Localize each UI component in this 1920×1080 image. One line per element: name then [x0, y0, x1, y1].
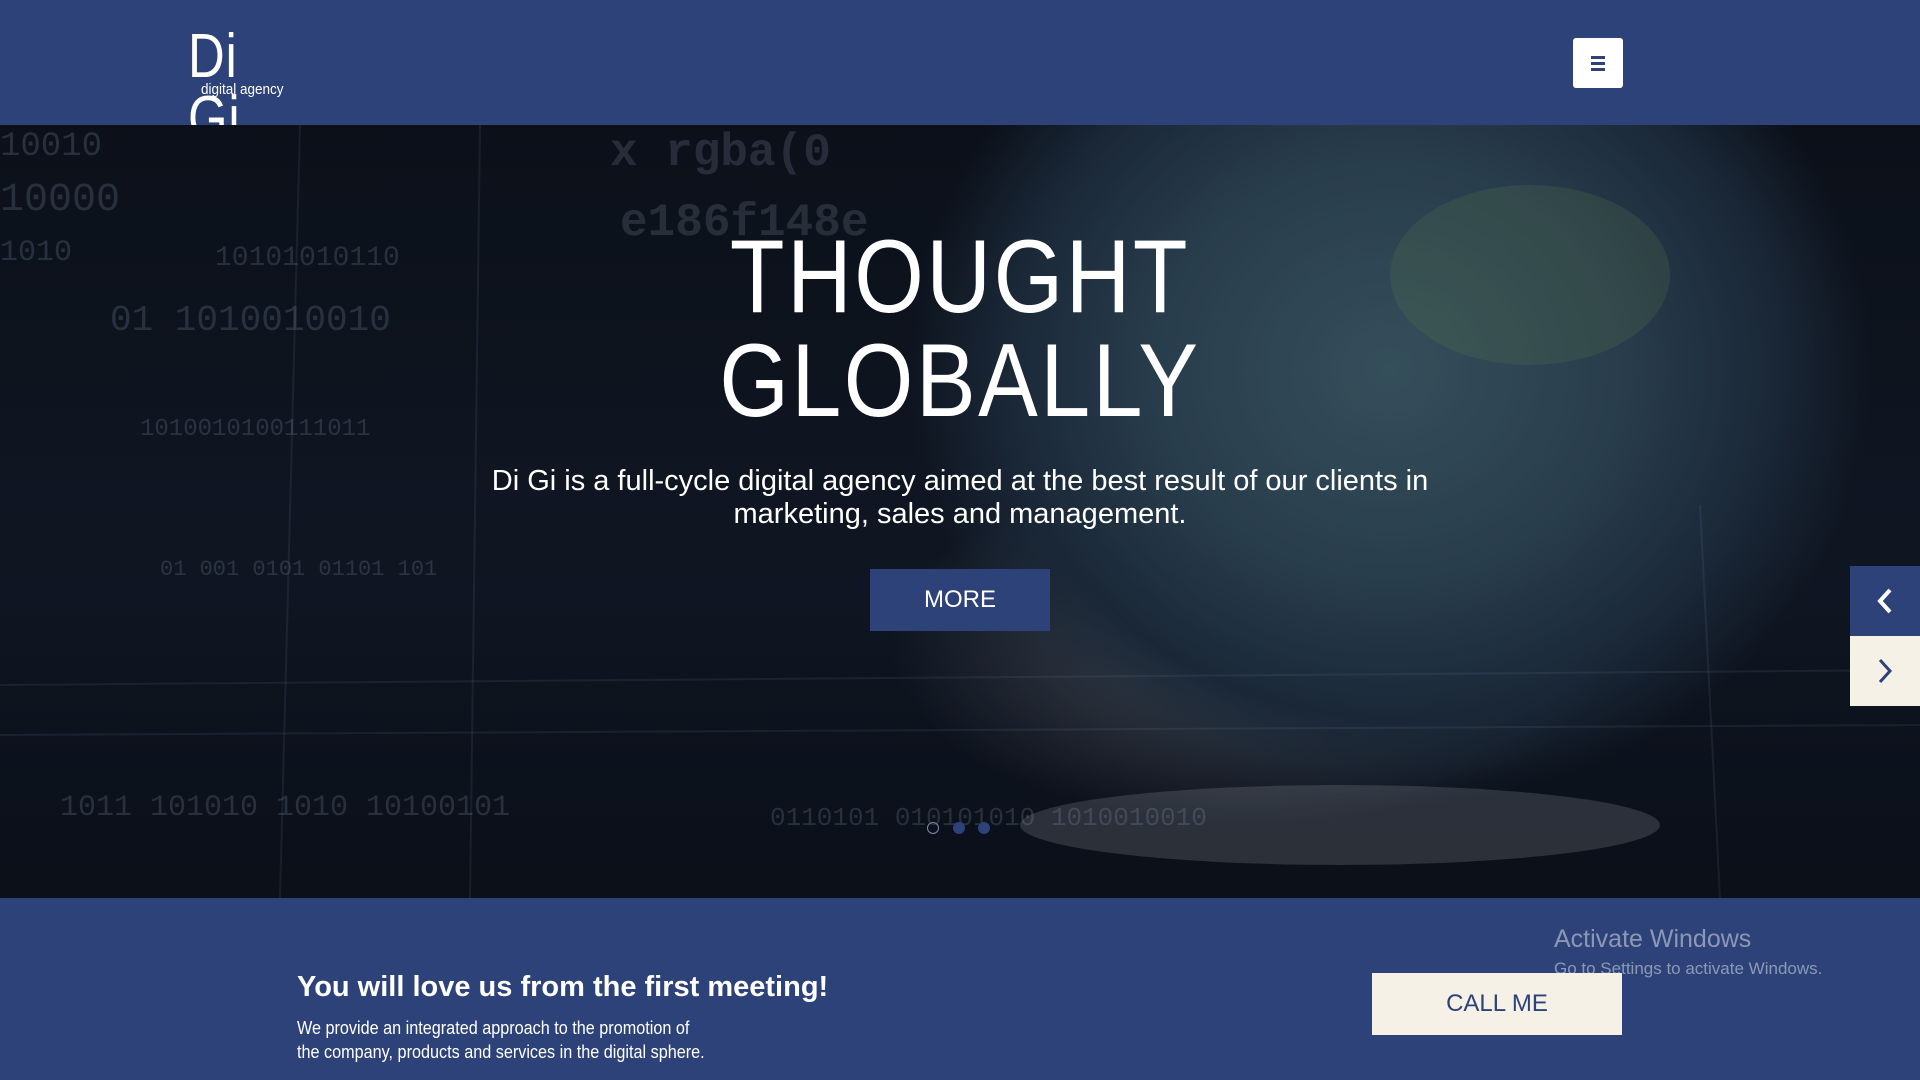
slider-dot-2[interactable]	[953, 822, 965, 834]
slider-prev-button[interactable]	[1850, 566, 1920, 636]
hero-title-line: GLOBALLY	[719, 323, 1201, 439]
more-button[interactable]: MORE	[870, 569, 1050, 631]
call-me-button[interactable]: CALL ME	[1372, 973, 1622, 1035]
hero-slider: 10010 10000 1010 10101010110 01 10100100…	[0, 125, 1920, 898]
hamburger-icon-bar	[1591, 68, 1605, 71]
slider-next-button[interactable]	[1850, 636, 1920, 706]
hero-title: THOUGHT GLOBALLY	[530, 225, 1390, 433]
slider-dot-3[interactable]	[978, 822, 990, 834]
cta-description-line: the company, products and services in th…	[297, 1042, 705, 1062]
logo[interactable]: Di Gi digital agency	[188, 26, 318, 150]
cta-description-line: We provide an integrated approach to the…	[297, 1018, 690, 1038]
hero-subtitle: Di Gi is a full-cycle digital agency aim…	[440, 465, 1480, 531]
cta-description: We provide an integrated approach to the…	[297, 1016, 711, 1064]
watermark-subtitle: Go to Settings to activate Windows.	[1554, 959, 1823, 978]
logo-tagline: digital agency	[201, 81, 284, 98]
watermark-title: Activate Windows	[1554, 925, 1752, 953]
hero-subtitle-line: marketing, sales and management.	[733, 498, 1187, 530]
chevron-right-icon	[1878, 658, 1893, 684]
hamburger-icon	[1591, 56, 1605, 59]
cta-title: You will love us from the first meeting!	[297, 971, 829, 1003]
chevron-left-icon	[1877, 588, 1892, 614]
site-header: Di Gi digital agency	[0, 0, 1920, 150]
menu-button[interactable]	[1573, 38, 1623, 88]
hero-title-line: THOUGHT	[729, 219, 1191, 335]
windows-activation-watermark: Activate Windows Go to Settings to activ…	[1554, 924, 1822, 980]
hamburger-icon-bar	[1591, 62, 1605, 65]
hero-subtitle-line: Di Gi is a full-cycle digital agency aim…	[491, 465, 1429, 497]
slider-dot-1[interactable]	[927, 822, 939, 834]
